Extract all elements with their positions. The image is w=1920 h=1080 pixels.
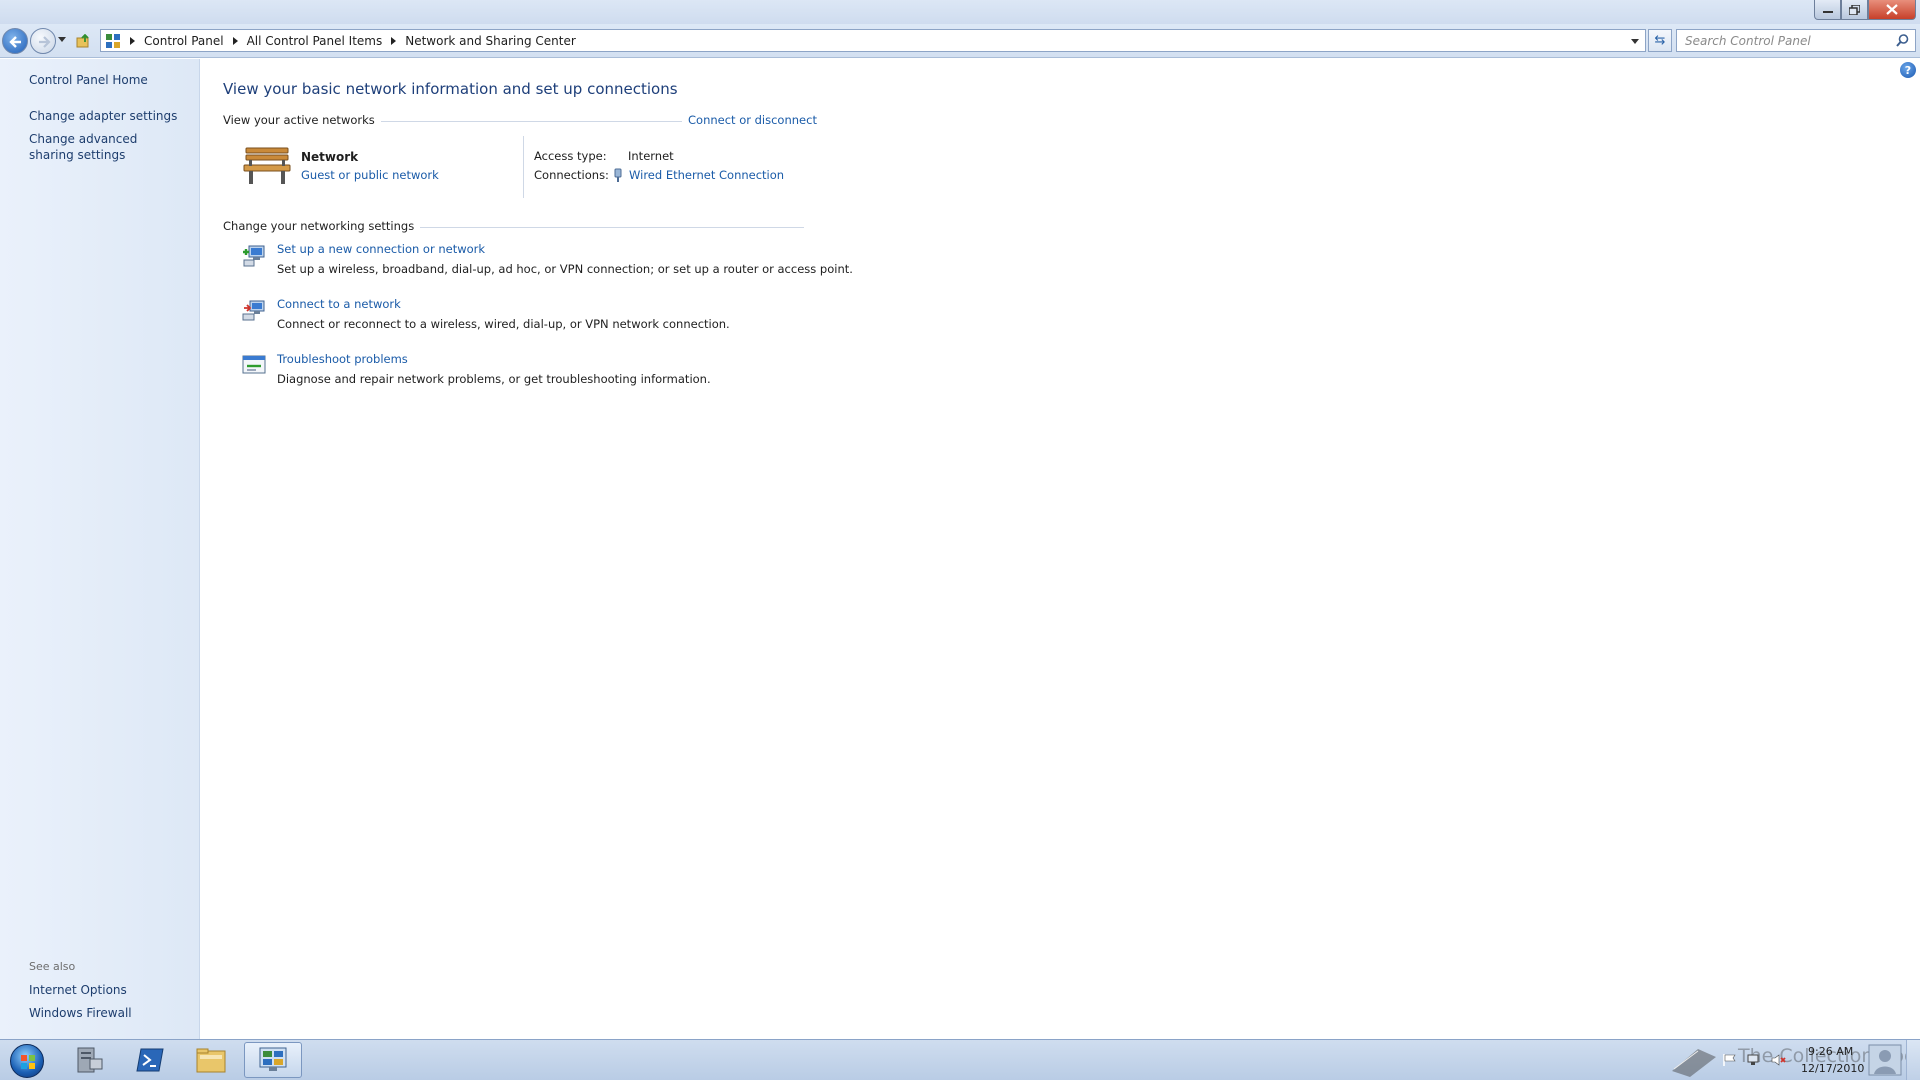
address-bar[interactable]: Control Panel All Control Panel Items Ne… — [100, 29, 1646, 52]
setup-connection-link[interactable]: Set up a new connection or network — [277, 242, 485, 256]
refresh-button[interactable]: ⇆ — [1648, 29, 1672, 52]
network-tray-icon[interactable] — [1746, 1053, 1762, 1067]
forward-button[interactable] — [30, 28, 56, 54]
troubleshoot-icon[interactable] — [241, 352, 267, 378]
windows-firewall-link[interactable]: Windows Firewall — [29, 1005, 189, 1021]
back-arrow-icon — [9, 36, 21, 48]
breadcrumb-separator[interactable] — [130, 36, 135, 45]
search-icon[interactable] — [1896, 34, 1909, 47]
control-panel-home-link[interactable]: Control Panel Home — [29, 72, 189, 88]
powershell-icon — [136, 1048, 164, 1072]
up-folder-icon[interactable] — [76, 34, 90, 48]
public-network-bench-icon — [243, 147, 291, 184]
taskbar-windows-explorer[interactable] — [182, 1042, 240, 1078]
restore-button[interactable] — [1841, 0, 1868, 20]
action-center-flag-icon[interactable] — [1722, 1053, 1738, 1067]
network-info-divider — [523, 136, 524, 198]
connections-label: Connections: — [534, 168, 609, 182]
new-connection-icon[interactable] — [241, 242, 267, 268]
breadcrumb-control-panel[interactable]: Control Panel — [144, 34, 224, 48]
connect-or-disconnect-link[interactable]: Connect or disconnect — [682, 113, 817, 127]
left-navigation-pane: Control Panel Home Change adapter settin… — [0, 59, 200, 1039]
troubleshoot-problems-description: Diagnose and repair network problems, or… — [277, 372, 711, 386]
connect-network-icon[interactable] — [241, 297, 267, 323]
setup-connection-description: Set up a wireless, broadband, dial-up, a… — [277, 262, 853, 276]
change-adapter-settings-link[interactable]: Change adapter settings — [29, 108, 189, 124]
breadcrumb-all-items[interactable]: All Control Panel Items — [247, 34, 383, 48]
change-advanced-sharing-link[interactable]: Change advanced sharing settings — [29, 131, 179, 163]
active-networks-heading: View your active networks — [223, 113, 381, 127]
close-icon — [1886, 4, 1898, 15]
server-manager-icon — [77, 1047, 103, 1073]
network-name: Network — [301, 150, 359, 164]
breadcrumb-separator[interactable] — [232, 36, 238, 45]
page-title: View your basic network information and … — [223, 80, 678, 98]
search-input[interactable] — [1677, 30, 1887, 51]
clock-time[interactable]: 9:26 AM — [1808, 1045, 1853, 1058]
access-type-label: Access type: — [534, 149, 607, 163]
breadcrumb-separator[interactable] — [391, 36, 397, 45]
minimize-icon — [1822, 10, 1833, 13]
recent-pages-dropdown[interactable] — [58, 37, 66, 42]
change-settings-heading: Change your networking settings — [223, 219, 421, 233]
connect-to-network-link[interactable]: Connect to a network — [277, 297, 401, 311]
start-button[interactable] — [2, 1041, 52, 1079]
taskbar-powershell[interactable] — [121, 1042, 179, 1078]
forward-arrow-icon — [39, 36, 51, 48]
minimize-button[interactable] — [1814, 0, 1841, 20]
help-icon[interactable]: ? — [1900, 62, 1916, 78]
taskbar-control-panel[interactable] — [244, 1042, 302, 1078]
windows-logo-icon — [10, 1044, 44, 1078]
internet-options-link[interactable]: Internet Options — [29, 982, 189, 998]
window-titlebar — [0, 0, 1920, 24]
explorer-folder-icon — [196, 1048, 226, 1073]
access-type-value: Internet — [628, 149, 674, 163]
network-location-link[interactable]: Guest or public network — [301, 168, 439, 182]
see-also-heading: See also — [29, 960, 76, 973]
restore-icon — [1849, 4, 1860, 15]
taskbar-server-manager[interactable] — [60, 1042, 118, 1078]
taskbar: The Collection Book 9:26 AM 12/17/2010 — [0, 1039, 1920, 1080]
back-button[interactable] — [2, 28, 28, 54]
watermark-book-icon — [1672, 1049, 1716, 1077]
ethernet-icon — [614, 168, 622, 182]
volume-muted-icon[interactable] — [1770, 1053, 1786, 1067]
refresh-icon: ⇆ — [1654, 33, 1666, 48]
navigation-bar: Control Panel All Control Panel Items Ne… — [0, 24, 1920, 58]
clock-date[interactable]: 12/17/2010 — [1801, 1062, 1864, 1075]
connect-to-network-description: Connect or reconnect to a wireless, wire… — [277, 317, 730, 331]
show-desktop-button[interactable] — [1906, 1040, 1920, 1080]
breadcrumb-network-sharing[interactable]: Network and Sharing Center — [405, 34, 576, 48]
main-content: ? View your basic network information an… — [201, 59, 1920, 1039]
troubleshoot-problems-link[interactable]: Troubleshoot problems — [277, 352, 408, 366]
close-button[interactable] — [1868, 0, 1916, 20]
control-panel-icon — [106, 33, 120, 48]
search-box[interactable] — [1676, 29, 1916, 52]
address-dropdown[interactable] — [1631, 39, 1639, 44]
wired-ethernet-connection-link[interactable]: Wired Ethernet Connection — [629, 168, 784, 182]
user-avatar-icon[interactable] — [1868, 1044, 1902, 1076]
control-panel-icon — [259, 1047, 287, 1071]
